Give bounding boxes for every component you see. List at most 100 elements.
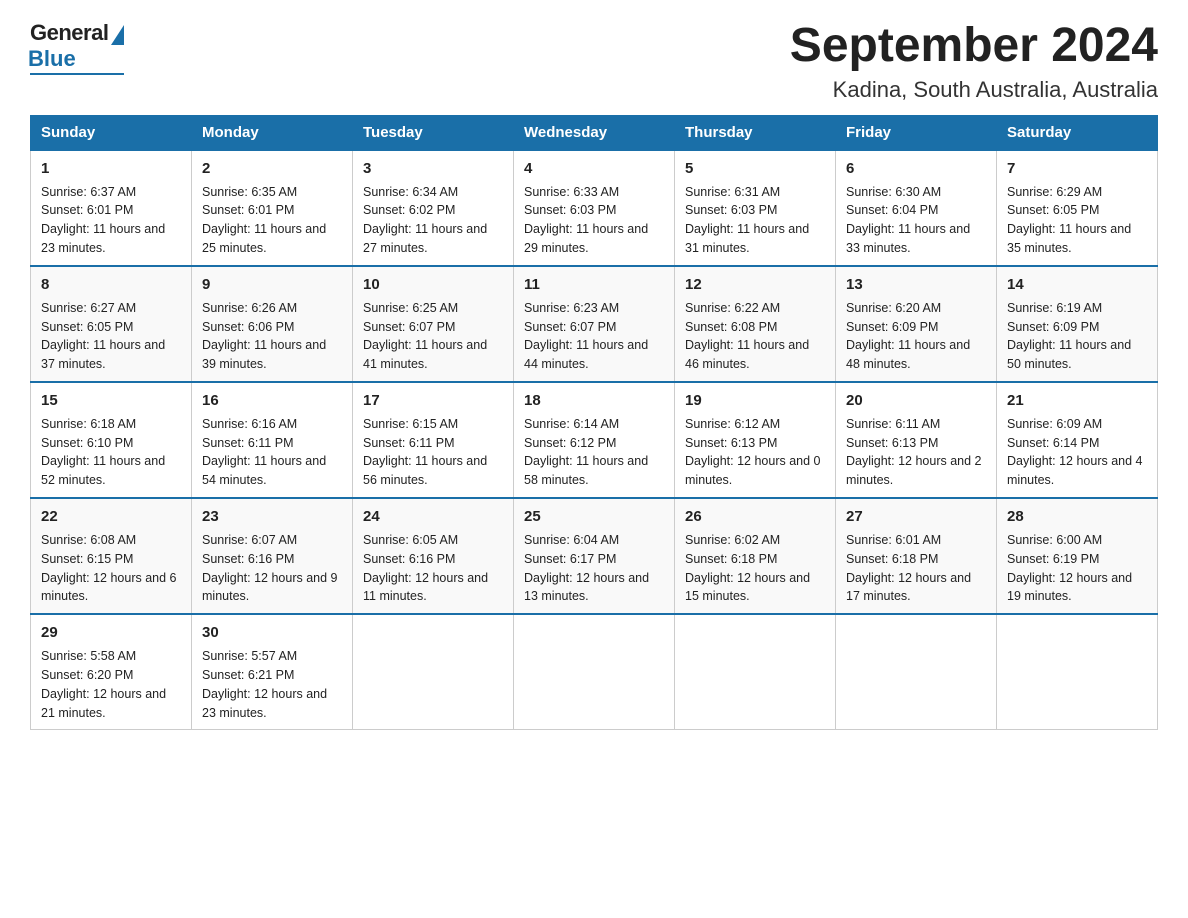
- day-info: Sunrise: 6:02 AMSunset: 6:18 PMDaylight:…: [685, 533, 810, 604]
- calendar-cell: 2 Sunrise: 6:35 AMSunset: 6:01 PMDayligh…: [192, 150, 353, 266]
- day-number: 7: [1007, 158, 1147, 180]
- calendar-cell: 13 Sunrise: 6:20 AMSunset: 6:09 PMDaylig…: [836, 266, 997, 382]
- calendar-cell: 5 Sunrise: 6:31 AMSunset: 6:03 PMDayligh…: [675, 150, 836, 266]
- day-number: 2: [202, 158, 342, 180]
- day-number: 13: [846, 274, 986, 296]
- calendar-cell: 1 Sunrise: 6:37 AMSunset: 6:01 PMDayligh…: [31, 150, 192, 266]
- calendar-cell: 8 Sunrise: 6:27 AMSunset: 6:05 PMDayligh…: [31, 266, 192, 382]
- day-number: 5: [685, 158, 825, 180]
- calendar-cell: [675, 614, 836, 730]
- calendar-cell: 22 Sunrise: 6:08 AMSunset: 6:15 PMDaylig…: [31, 498, 192, 614]
- day-number: 25: [524, 506, 664, 528]
- calendar-cell: 15 Sunrise: 6:18 AMSunset: 6:10 PMDaylig…: [31, 382, 192, 498]
- calendar-cell: 30 Sunrise: 5:57 AMSunset: 6:21 PMDaylig…: [192, 614, 353, 730]
- day-number: 26: [685, 506, 825, 528]
- logo-blue-text: Blue: [28, 46, 76, 72]
- calendar-cell: 20 Sunrise: 6:11 AMSunset: 6:13 PMDaylig…: [836, 382, 997, 498]
- calendar-cell: 10 Sunrise: 6:25 AMSunset: 6:07 PMDaylig…: [353, 266, 514, 382]
- day-info: Sunrise: 6:34 AMSunset: 6:02 PMDaylight:…: [363, 185, 487, 256]
- calendar-cell: 16 Sunrise: 6:16 AMSunset: 6:11 PMDaylig…: [192, 382, 353, 498]
- day-number: 14: [1007, 274, 1147, 296]
- day-info: Sunrise: 6:33 AMSunset: 6:03 PMDaylight:…: [524, 185, 648, 256]
- calendar-cell: [997, 614, 1158, 730]
- day-number: 4: [524, 158, 664, 180]
- calendar-cell: [836, 614, 997, 730]
- day-info: Sunrise: 6:25 AMSunset: 6:07 PMDaylight:…: [363, 301, 487, 372]
- day-info: Sunrise: 6:31 AMSunset: 6:03 PMDaylight:…: [685, 185, 809, 256]
- day-number: 20: [846, 390, 986, 412]
- day-info: Sunrise: 6:12 AMSunset: 6:13 PMDaylight:…: [685, 417, 821, 488]
- page-subtitle: Kadina, South Australia, Australia: [790, 77, 1158, 103]
- day-number: 21: [1007, 390, 1147, 412]
- day-number: 6: [846, 158, 986, 180]
- calendar-cell: 26 Sunrise: 6:02 AMSunset: 6:18 PMDaylig…: [675, 498, 836, 614]
- day-info: Sunrise: 6:07 AMSunset: 6:16 PMDaylight:…: [202, 533, 338, 604]
- day-info: Sunrise: 6:19 AMSunset: 6:09 PMDaylight:…: [1007, 301, 1131, 372]
- calendar-header-row: Sunday Monday Tuesday Wednesday Thursday…: [31, 115, 1158, 150]
- day-number: 30: [202, 622, 342, 644]
- day-number: 24: [363, 506, 503, 528]
- day-info: Sunrise: 6:22 AMSunset: 6:08 PMDaylight:…: [685, 301, 809, 372]
- day-info: Sunrise: 6:18 AMSunset: 6:10 PMDaylight:…: [41, 417, 165, 488]
- day-number: 16: [202, 390, 342, 412]
- day-number: 15: [41, 390, 181, 412]
- day-info: Sunrise: 6:04 AMSunset: 6:17 PMDaylight:…: [524, 533, 649, 604]
- calendar-table: Sunday Monday Tuesday Wednesday Thursday…: [30, 115, 1158, 731]
- calendar-cell: 12 Sunrise: 6:22 AMSunset: 6:08 PMDaylig…: [675, 266, 836, 382]
- day-number: 23: [202, 506, 342, 528]
- calendar-week-row: 15 Sunrise: 6:18 AMSunset: 6:10 PMDaylig…: [31, 382, 1158, 498]
- col-sunday: Sunday: [31, 115, 192, 150]
- logo-triangle-icon: [111, 25, 124, 45]
- day-info: Sunrise: 5:58 AMSunset: 6:20 PMDaylight:…: [41, 649, 166, 720]
- day-number: 12: [685, 274, 825, 296]
- col-tuesday: Tuesday: [353, 115, 514, 150]
- col-friday: Friday: [836, 115, 997, 150]
- calendar-cell: 4 Sunrise: 6:33 AMSunset: 6:03 PMDayligh…: [514, 150, 675, 266]
- page-header: General Blue September 2024 Kadina, Sout…: [30, 20, 1158, 103]
- day-info: Sunrise: 6:16 AMSunset: 6:11 PMDaylight:…: [202, 417, 326, 488]
- calendar-cell: 24 Sunrise: 6:05 AMSunset: 6:16 PMDaylig…: [353, 498, 514, 614]
- day-info: Sunrise: 6:00 AMSunset: 6:19 PMDaylight:…: [1007, 533, 1132, 604]
- day-info: Sunrise: 6:29 AMSunset: 6:05 PMDaylight:…: [1007, 185, 1131, 256]
- day-number: 27: [846, 506, 986, 528]
- day-info: Sunrise: 6:35 AMSunset: 6:01 PMDaylight:…: [202, 185, 326, 256]
- calendar-cell: 23 Sunrise: 6:07 AMSunset: 6:16 PMDaylig…: [192, 498, 353, 614]
- day-number: 18: [524, 390, 664, 412]
- day-number: 11: [524, 274, 664, 296]
- calendar-cell: 3 Sunrise: 6:34 AMSunset: 6:02 PMDayligh…: [353, 150, 514, 266]
- day-number: 29: [41, 622, 181, 644]
- day-info: Sunrise: 6:26 AMSunset: 6:06 PMDaylight:…: [202, 301, 326, 372]
- day-info: Sunrise: 6:27 AMSunset: 6:05 PMDaylight:…: [41, 301, 165, 372]
- day-info: Sunrise: 6:05 AMSunset: 6:16 PMDaylight:…: [363, 533, 488, 604]
- calendar-cell: 17 Sunrise: 6:15 AMSunset: 6:11 PMDaylig…: [353, 382, 514, 498]
- col-thursday: Thursday: [675, 115, 836, 150]
- calendar-week-row: 29 Sunrise: 5:58 AMSunset: 6:20 PMDaylig…: [31, 614, 1158, 730]
- calendar-cell: [353, 614, 514, 730]
- logo-general-text: General: [30, 20, 108, 46]
- day-info: Sunrise: 5:57 AMSunset: 6:21 PMDaylight:…: [202, 649, 327, 720]
- calendar-week-row: 1 Sunrise: 6:37 AMSunset: 6:01 PMDayligh…: [31, 150, 1158, 266]
- day-number: 10: [363, 274, 503, 296]
- col-monday: Monday: [192, 115, 353, 150]
- col-saturday: Saturday: [997, 115, 1158, 150]
- day-info: Sunrise: 6:11 AMSunset: 6:13 PMDaylight:…: [846, 417, 982, 488]
- calendar-cell: 9 Sunrise: 6:26 AMSunset: 6:06 PMDayligh…: [192, 266, 353, 382]
- day-number: 3: [363, 158, 503, 180]
- calendar-cell: 14 Sunrise: 6:19 AMSunset: 6:09 PMDaylig…: [997, 266, 1158, 382]
- calendar-cell: [514, 614, 675, 730]
- day-info: Sunrise: 6:23 AMSunset: 6:07 PMDaylight:…: [524, 301, 648, 372]
- calendar-cell: 19 Sunrise: 6:12 AMSunset: 6:13 PMDaylig…: [675, 382, 836, 498]
- day-info: Sunrise: 6:09 AMSunset: 6:14 PMDaylight:…: [1007, 417, 1143, 488]
- day-number: 19: [685, 390, 825, 412]
- day-info: Sunrise: 6:14 AMSunset: 6:12 PMDaylight:…: [524, 417, 648, 488]
- logo-underline: [30, 73, 124, 75]
- day-number: 17: [363, 390, 503, 412]
- calendar-week-row: 22 Sunrise: 6:08 AMSunset: 6:15 PMDaylig…: [31, 498, 1158, 614]
- day-number: 28: [1007, 506, 1147, 528]
- day-info: Sunrise: 6:08 AMSunset: 6:15 PMDaylight:…: [41, 533, 177, 604]
- day-number: 8: [41, 274, 181, 296]
- calendar-cell: 21 Sunrise: 6:09 AMSunset: 6:14 PMDaylig…: [997, 382, 1158, 498]
- day-info: Sunrise: 6:30 AMSunset: 6:04 PMDaylight:…: [846, 185, 970, 256]
- day-number: 22: [41, 506, 181, 528]
- page-title: September 2024: [790, 20, 1158, 73]
